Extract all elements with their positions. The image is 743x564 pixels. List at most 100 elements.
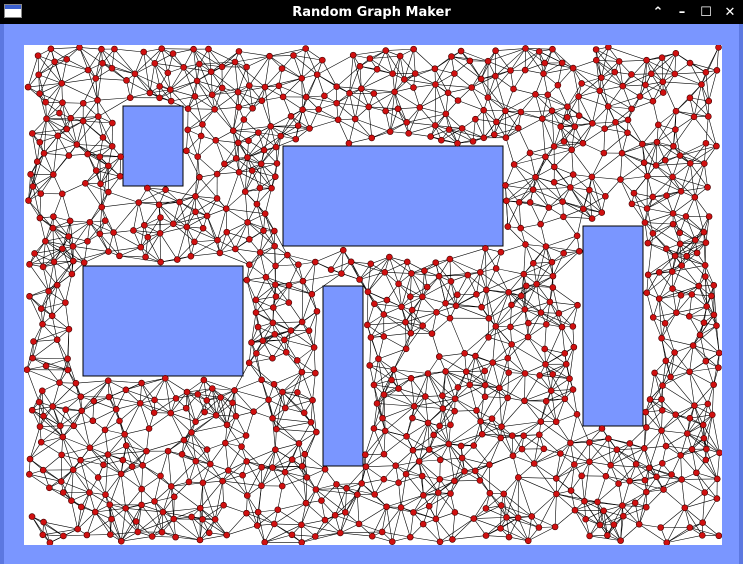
graph-edge bbox=[370, 332, 411, 338]
graph-node bbox=[219, 477, 226, 485]
graph-node bbox=[507, 67, 514, 74]
graph-node bbox=[333, 481, 340, 488]
graph-node bbox=[598, 74, 605, 81]
obstacle-rect bbox=[282, 145, 504, 247]
graph-node bbox=[272, 446, 279, 453]
graph-node bbox=[529, 186, 537, 193]
graph-edge bbox=[486, 273, 524, 291]
graph-node bbox=[628, 71, 635, 78]
graph-node bbox=[596, 521, 604, 529]
graph-node bbox=[700, 228, 708, 236]
graph-node bbox=[301, 450, 309, 458]
graph-node bbox=[598, 209, 606, 216]
graph-edge bbox=[518, 477, 557, 479]
graph-node bbox=[558, 59, 566, 67]
graph-node bbox=[244, 154, 251, 161]
graph-edge bbox=[50, 47, 80, 50]
minimize-icon[interactable]: – bbox=[675, 5, 689, 20]
graph-edge bbox=[414, 398, 456, 407]
graph-node bbox=[472, 352, 479, 360]
graph-node bbox=[76, 45, 83, 51]
graph-edge bbox=[330, 250, 344, 270]
graph-node bbox=[355, 520, 363, 528]
graph-edge bbox=[348, 118, 356, 144]
graph-edge bbox=[246, 467, 262, 496]
graph-node bbox=[632, 460, 640, 468]
graph-node bbox=[430, 431, 437, 439]
graph-node bbox=[672, 126, 679, 133]
graph-edge bbox=[92, 409, 117, 421]
graph-node bbox=[543, 321, 550, 328]
graph-node bbox=[94, 96, 101, 104]
graph-node bbox=[521, 306, 529, 313]
graph-edge bbox=[646, 208, 674, 214]
graph-node bbox=[419, 520, 427, 528]
graph-canvas[interactable] bbox=[24, 45, 722, 545]
graph-edge bbox=[301, 347, 315, 373]
graph-node bbox=[644, 172, 651, 180]
graph-node bbox=[704, 183, 711, 191]
graph-edge bbox=[570, 414, 578, 443]
graph-node bbox=[367, 260, 375, 268]
graph-edge bbox=[460, 50, 482, 80]
graph-node bbox=[464, 271, 472, 279]
graph-edge bbox=[43, 454, 62, 471]
graph-edge bbox=[533, 187, 571, 190]
graph-node bbox=[643, 289, 651, 297]
graph-node bbox=[272, 173, 279, 181]
graph-edge bbox=[361, 478, 384, 484]
graph-edge bbox=[214, 109, 234, 131]
graph-edge bbox=[68, 221, 91, 237]
graph-edge bbox=[31, 516, 64, 537]
graph-node bbox=[217, 394, 224, 401]
graph-node bbox=[655, 269, 663, 276]
graph-edge bbox=[170, 412, 192, 433]
graph-edge bbox=[113, 232, 141, 248]
graph-edge bbox=[114, 48, 136, 75]
graph-edge bbox=[301, 489, 317, 525]
graph-node bbox=[37, 438, 45, 446]
close-icon[interactable]: ✕ bbox=[723, 5, 737, 20]
graph-node bbox=[653, 473, 660, 481]
graph-edge bbox=[410, 378, 426, 397]
graph-edge bbox=[399, 55, 416, 74]
graph-edge bbox=[661, 430, 681, 456]
window-icon[interactable] bbox=[4, 4, 22, 18]
graph-node bbox=[420, 491, 427, 499]
graph-node bbox=[270, 304, 277, 311]
graph-node bbox=[567, 184, 574, 191]
graph-edge bbox=[195, 196, 227, 209]
graph-node bbox=[94, 474, 102, 481]
graph-node bbox=[521, 66, 529, 74]
window-title: Random Graph Maker bbox=[292, 4, 451, 20]
graph-edge bbox=[170, 89, 196, 97]
graph-node bbox=[505, 369, 512, 376]
graph-node bbox=[668, 471, 675, 478]
graph-node bbox=[313, 71, 321, 78]
graph-edge bbox=[449, 248, 486, 260]
graph-node bbox=[117, 537, 125, 545]
graph-node bbox=[292, 135, 300, 143]
graph-node bbox=[172, 395, 180, 402]
graph-edge bbox=[689, 62, 718, 71]
chevron-up-icon[interactable]: ⌃ bbox=[651, 5, 665, 20]
graph-node bbox=[663, 539, 671, 545]
graph-edge bbox=[72, 246, 109, 252]
graph-node bbox=[569, 64, 577, 72]
graph-edge bbox=[53, 135, 59, 175]
graph-node bbox=[419, 293, 426, 301]
graph-node bbox=[582, 515, 589, 523]
graph-node bbox=[281, 404, 289, 412]
graph-edge bbox=[524, 373, 526, 401]
graph-node bbox=[256, 184, 264, 192]
graph-edge bbox=[398, 388, 415, 407]
graph-edge bbox=[431, 333, 440, 357]
maximize-icon[interactable]: ☐ bbox=[699, 5, 713, 20]
graph-edge bbox=[708, 116, 717, 147]
graph-node bbox=[169, 50, 177, 57]
frame-edge-left bbox=[0, 24, 4, 564]
graph-node bbox=[418, 472, 426, 480]
graph-node bbox=[567, 487, 575, 494]
graph-node bbox=[586, 532, 593, 540]
graph-edge bbox=[282, 371, 303, 393]
